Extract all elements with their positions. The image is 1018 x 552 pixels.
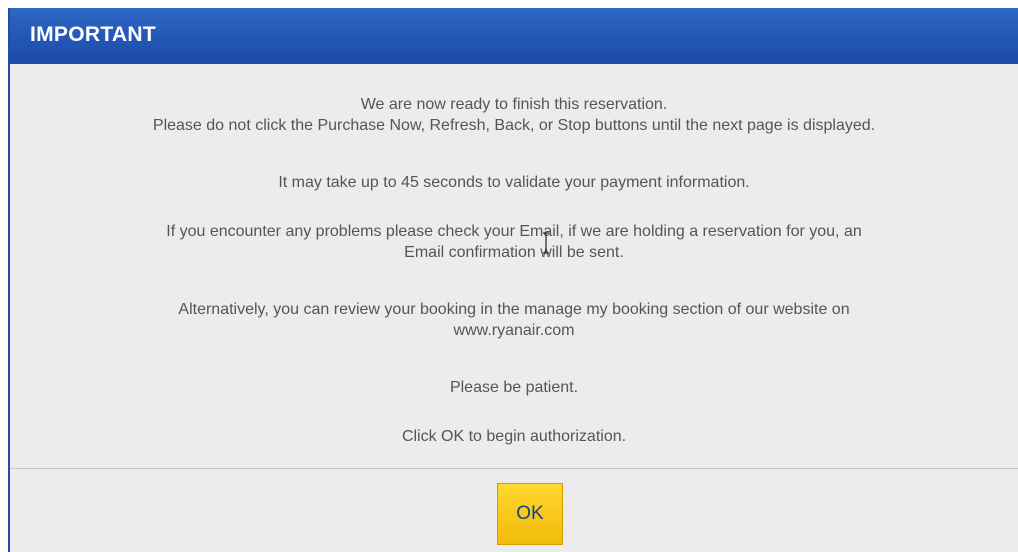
text-cursor-icon <box>543 232 549 254</box>
ok-button[interactable]: OK <box>497 483 563 545</box>
alternatively-message: Alternatively, you can review your booki… <box>10 299 1018 341</box>
do-not-click-line: Please do not click the Purchase Now, Re… <box>152 117 876 134</box>
website-link[interactable]: www.ryanair.com <box>10 320 1018 341</box>
validate-message: It may take up to 45 seconds to validate… <box>10 172 1018 193</box>
validate-line: It may take up to 45 seconds to validate… <box>278 174 750 191</box>
dialog-title: IMPORTANT <box>30 23 156 46</box>
ready-line: We are now ready to finish this reservat… <box>360 96 668 113</box>
click-ok-message: Click OK to begin authorization. <box>10 426 1018 447</box>
alternatively-line-1: Alternatively, you can review your booki… <box>178 301 850 318</box>
patient-line: Please be patient. <box>449 379 579 396</box>
problems-line-2: Email confirmation will be sent. <box>404 244 624 261</box>
dialog-body: We are now ready to finish this reservat… <box>10 64 1018 466</box>
dialog-footer: OK <box>10 469 1018 552</box>
important-dialog: IMPORTANT We are now ready to finish thi… <box>8 8 1018 552</box>
problems-message: If you encounter any problems please che… <box>10 221 1018 263</box>
click-ok-line: Click OK to begin authorization. <box>401 428 627 445</box>
patient-message: Please be patient. <box>10 377 1018 398</box>
dialog-titlebar: IMPORTANT <box>10 8 1018 64</box>
ready-message: We are now ready to finish this reservat… <box>10 94 1018 136</box>
problems-line-1: If you encounter any problems please che… <box>166 223 862 240</box>
